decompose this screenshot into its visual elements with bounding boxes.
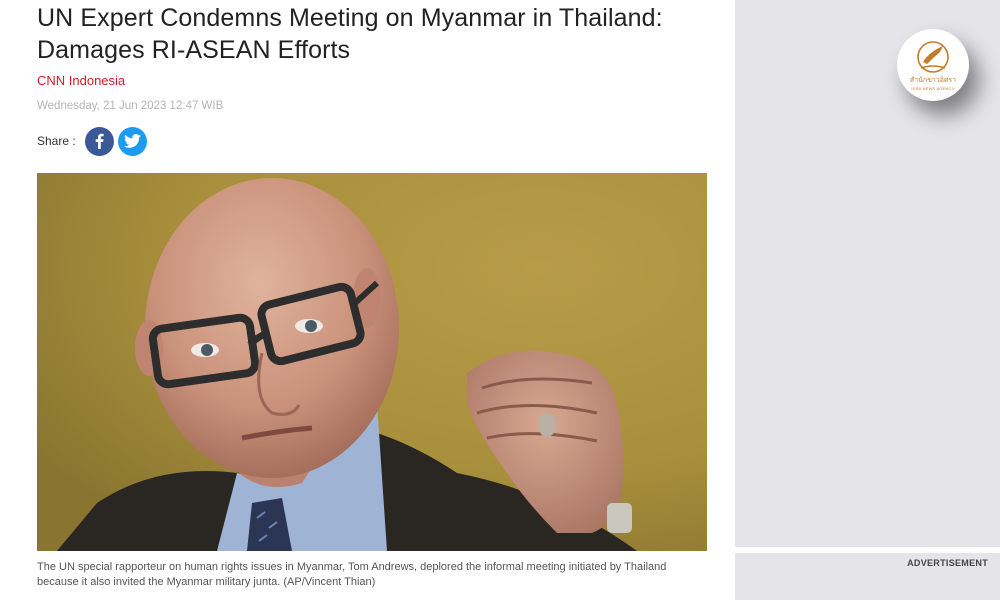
advertisement-label: ADVERTISEMENT (907, 558, 988, 568)
article-photo (37, 173, 707, 551)
logo-text-thai: สำนักข่าวอิศรา (909, 76, 957, 84)
publish-date: Wednesday, 21 Jun 2023 12:47 WIB (37, 100, 224, 112)
twitter-icon (123, 134, 141, 148)
quill-icon (917, 40, 949, 73)
photo-illustration (37, 173, 707, 551)
share-bar: Share : (37, 126, 151, 156)
twitter-share-button[interactable] (117, 126, 147, 156)
share-label: Share : (37, 134, 76, 148)
article: UN Expert Condemns Meeting on Myanmar in… (0, 0, 735, 600)
source-link[interactable]: CNN Indonesia (37, 73, 125, 88)
isra-news-logo[interactable]: สำนักข่าวอิศรา ISRA NEWS AGENCY (897, 29, 969, 101)
sidebar: ADVERTISEMENT (735, 0, 1000, 600)
facebook-icon (95, 133, 104, 149)
logo-text-english: ISRA NEWS AGENCY (911, 85, 955, 91)
article-title: UN Expert Condemns Meeting on Myanmar in… (37, 4, 663, 64)
facebook-share-button[interactable] (84, 126, 114, 156)
photo-caption: The UN special rapporteur on human right… (37, 561, 667, 588)
